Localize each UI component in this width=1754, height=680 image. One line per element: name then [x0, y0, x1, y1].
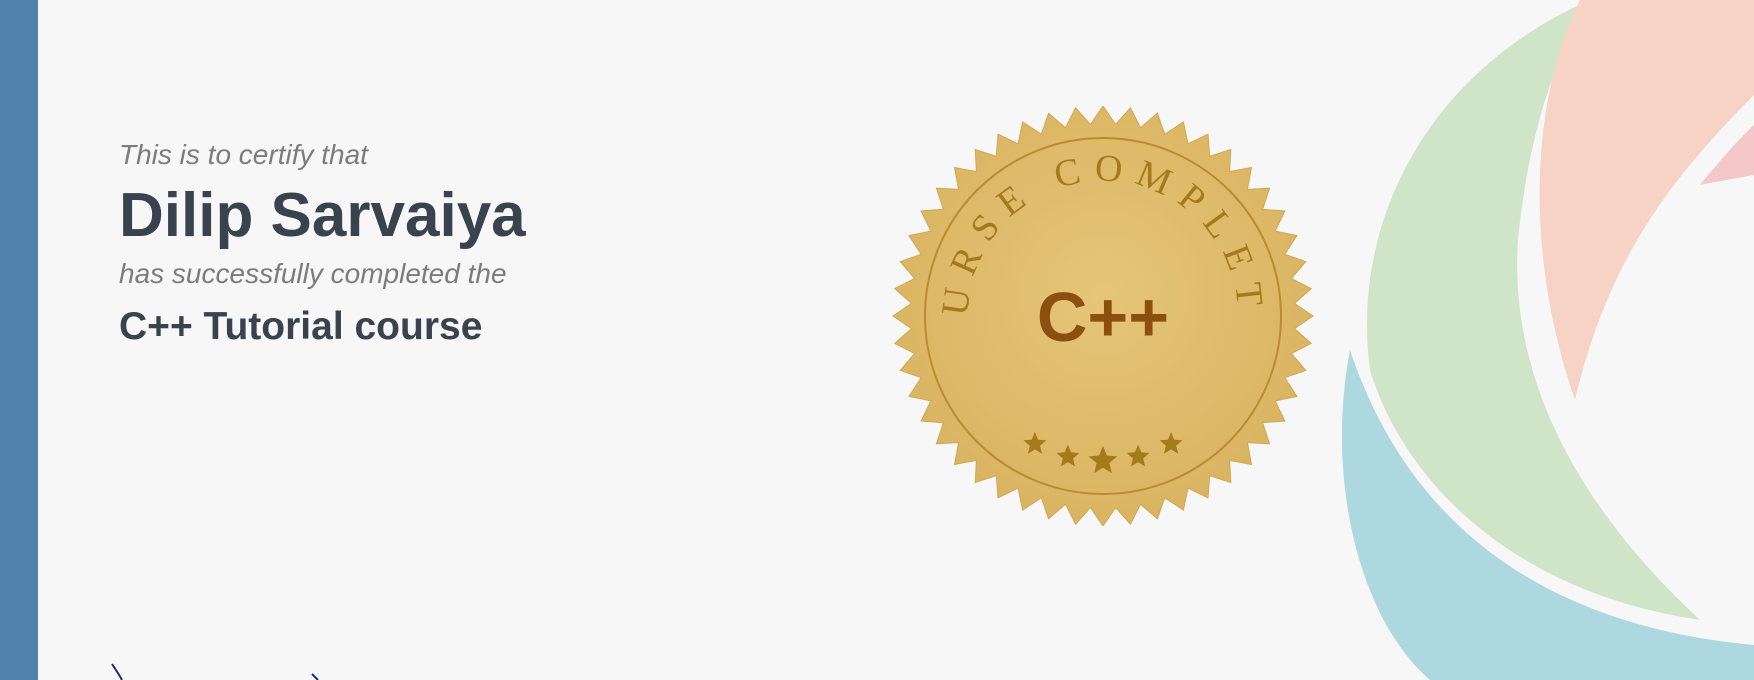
- recipient-name: Dilip Sarvaiya: [119, 180, 526, 250]
- course-completed-seal: COURSE COMPLETED C++: [888, 106, 1314, 526]
- course-name: C++ Tutorial course: [119, 305, 483, 349]
- signature-mark: [111, 663, 319, 680]
- completion-text: has successfully completed the: [119, 257, 507, 289]
- certificate-text: This is to certify that Dilip Sarvaiya h…: [119, 138, 526, 351]
- seal-language: C++: [1037, 278, 1169, 356]
- intro-text: This is to certify that: [119, 139, 368, 170]
- deco-peach-shape: [1539, 0, 1754, 400]
